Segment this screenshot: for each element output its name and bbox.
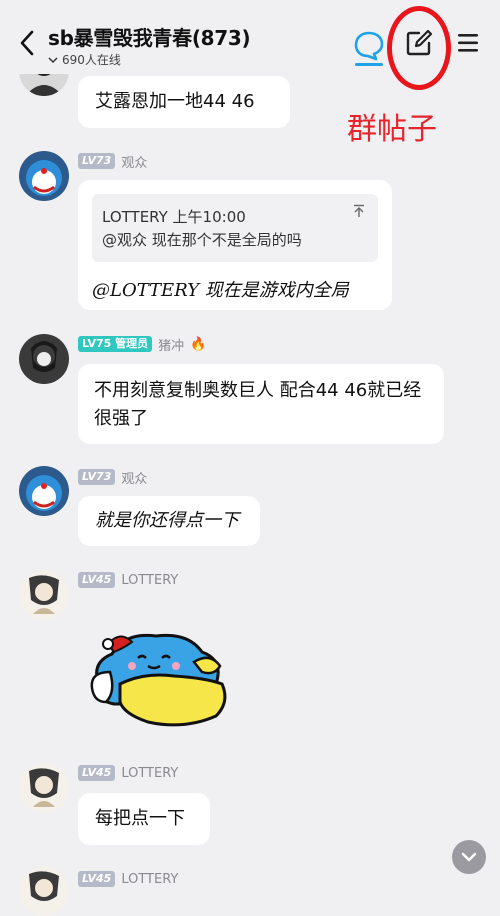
chevron-down-icon — [461, 852, 477, 862]
avatar[interactable] — [19, 334, 69, 384]
sender-meta: LV45 LOTTERY — [78, 571, 178, 589]
sender-name[interactable]: LOTTERY — [121, 766, 178, 781]
quote-author: LOTTERY 上午10:00 — [102, 208, 246, 226]
message-bubble[interactable]: LOTTERY 上午10:00 @观众 现在那个不是全局的吗 @LOTTERY … — [78, 180, 392, 310]
message-bubble[interactable]: 不用刻意复制奥数巨人 配合44 46就已经很强了 — [78, 364, 444, 444]
avatar[interactable] — [19, 151, 69, 201]
annotation-label: 群帖子 — [347, 112, 437, 147]
avatar[interactable] — [19, 466, 69, 516]
reply-text: @LOTTERY 现在是游戏内全局 — [92, 280, 349, 301]
sender-name[interactable]: LOTTERY — [121, 872, 178, 887]
back-arrow-icon[interactable] — [14, 26, 42, 58]
avatar[interactable] — [19, 763, 69, 813]
sender-meta: LV73 观众 — [78, 152, 147, 171]
message-text: 不用刻意复制奥数巨人 配合44 46就已经很强了 — [94, 380, 422, 429]
chevron-down-icon — [48, 56, 58, 63]
online-count: 690人在线 — [62, 53, 121, 67]
level-badge: LV45 — [78, 871, 116, 887]
level-badge: LV75 管理员 — [78, 336, 153, 352]
message-text: 每把点一下 — [95, 808, 185, 829]
fire-emoji: 🔥 — [190, 336, 207, 352]
group-title[interactable]: sb暴雪毁我青春(873) — [48, 22, 251, 51]
scroll-to-bottom-button[interactable] — [452, 840, 486, 874]
message-bubble[interactable]: 艾露恩加一地44 46 — [78, 76, 290, 128]
sleeping-cat-sticker[interactable] — [84, 622, 232, 730]
message-bubble[interactable]: 就是你还得点一下 — [78, 496, 260, 546]
level-badge: LV73 — [78, 469, 116, 485]
chat-bubble-icon[interactable] — [352, 28, 386, 68]
message-text: 艾露恩加一地44 46 — [95, 91, 255, 112]
sender-meta: LV75 管理员 猪冲 🔥 — [78, 335, 207, 354]
sender-name[interactable]: 观众 — [121, 152, 147, 171]
admin-badge: 管理员 — [115, 337, 149, 350]
jump-to-quote-icon[interactable] — [352, 204, 366, 218]
sender-name[interactable]: 观众 — [121, 468, 147, 487]
message-bubble[interactable]: 每把点一下 — [78, 793, 210, 845]
online-status[interactable]: 690人在线 — [48, 51, 121, 68]
sender-meta: LV45 LOTTERY — [78, 764, 178, 782]
sender-name[interactable]: 猪冲 — [158, 335, 184, 354]
level-badge: LV73 — [78, 153, 116, 169]
menu-icon[interactable] — [456, 32, 480, 54]
level-badge: LV45 — [78, 572, 116, 588]
message-text: 就是你还得点一下 — [95, 510, 239, 531]
sender-meta: LV73 观众 — [78, 468, 147, 487]
quoted-message[interactable]: LOTTERY 上午10:00 @观众 现在那个不是全局的吗 — [92, 194, 378, 262]
level-badge: LV45 — [78, 765, 116, 781]
highlight-circle — [387, 6, 451, 90]
sender-name[interactable]: LOTTERY — [121, 573, 178, 588]
avatar[interactable] — [19, 570, 69, 620]
quote-text: @观众 现在那个不是全局的吗 — [102, 231, 302, 249]
avatar[interactable] — [19, 866, 69, 916]
sender-meta: LV45 LOTTERY — [78, 870, 178, 888]
